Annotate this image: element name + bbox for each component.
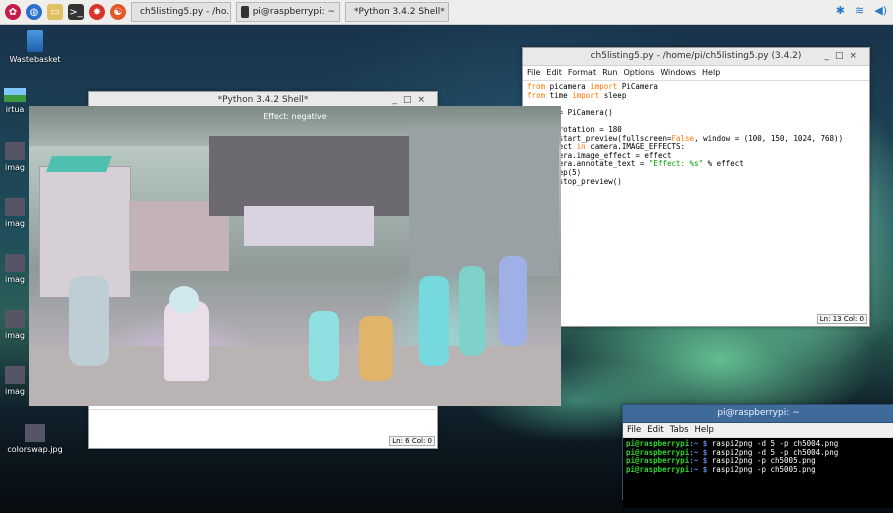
image-file-icon bbox=[4, 88, 26, 102]
desktop-icon-colorswap[interactable]: colorswap.jpg bbox=[0, 424, 70, 454]
preview-figure bbox=[359, 316, 393, 381]
task-terminal-label: pi@raspberrypi: ~ bbox=[252, 7, 335, 17]
preview-figure bbox=[459, 266, 485, 356]
code-line: camera = PiCamera() bbox=[527, 108, 865, 118]
task-editor-label: ch5listing5.py - /ho... bbox=[140, 7, 231, 17]
preview-upper-floor bbox=[209, 136, 419, 216]
image-file-icon bbox=[5, 142, 25, 160]
image-file-icon bbox=[5, 310, 25, 328]
camera-preview: Effect: negative bbox=[29, 106, 561, 406]
web-browser-icon[interactable]: ◍ bbox=[26, 4, 42, 20]
code-token: "Effect: %s" bbox=[648, 159, 704, 169]
terminal-title: pi@raspberrypi: ~ bbox=[717, 408, 800, 418]
preview-figure bbox=[69, 276, 109, 366]
preview-figure bbox=[309, 311, 339, 381]
terminal-user: pi@raspberrypi bbox=[626, 464, 690, 474]
wifi-icon[interactable]: ≋ bbox=[855, 4, 864, 17]
desktop-icon-image[interactable]: imag bbox=[0, 366, 30, 396]
desktop-icon-image[interactable]: imag bbox=[0, 254, 30, 284]
desktop-icon-label: imag bbox=[5, 219, 25, 228]
desktop-icon-image[interactable]: imag bbox=[0, 310, 30, 340]
raspberry-menu-icon[interactable]: ✿ bbox=[5, 4, 21, 20]
desktop-icon-image[interactable]: imag bbox=[0, 142, 30, 172]
terminal-menu-help[interactable]: Help bbox=[695, 425, 714, 435]
desktop-icon-label: Wastebasket bbox=[9, 55, 61, 64]
editor-status: Ln: 13 Col: 0 bbox=[816, 314, 867, 324]
shell-output-area[interactable] bbox=[89, 409, 437, 432]
wolfram-icon[interactable]: ☯ bbox=[110, 4, 126, 20]
editor-window: ch5listing5.py - /home/pi/ch5listing5.py… bbox=[522, 47, 870, 327]
editor-menu-edit[interactable]: Edit bbox=[546, 68, 562, 77]
preview-building-right bbox=[409, 126, 559, 276]
editor-menu-options[interactable]: Options bbox=[623, 68, 654, 77]
image-file-icon bbox=[5, 198, 25, 216]
desktop-icon-image[interactable]: irtua bbox=[0, 88, 30, 114]
file-manager-icon[interactable]: ▭ bbox=[47, 4, 63, 20]
trash-icon bbox=[27, 30, 43, 52]
code-line: from time import sleep bbox=[527, 90, 865, 101]
terminal-titlebar[interactable]: pi@raspberrypi: ~ bbox=[623, 405, 893, 423]
desktop-icon-label: imag bbox=[5, 387, 25, 396]
preview-balcony bbox=[244, 206, 374, 246]
desktop-icon-label: irtua bbox=[5, 105, 25, 114]
shell-title: *Python 3.4.2 Shell* bbox=[217, 95, 309, 105]
terminal-line: pi@raspberrypi:~ $ raspi2png -p ch5005.p… bbox=[626, 464, 891, 475]
terminal-icon bbox=[241, 6, 249, 18]
bluetooth-icon[interactable]: ✱ bbox=[836, 4, 845, 17]
desktop-icon-label: imag bbox=[5, 163, 25, 172]
terminal-path: :~ $ bbox=[689, 464, 708, 474]
terminal-window: pi@raspberrypi: ~ File Edit Tabs Help pi@ra… bbox=[622, 404, 893, 508]
code-token: % effect bbox=[703, 159, 744, 169]
task-shell-label: *Python 3.4.2 Shell* bbox=[354, 7, 445, 17]
terminal-cmd: raspi2png -p ch5005.png bbox=[707, 464, 816, 474]
image-file-icon bbox=[25, 424, 45, 442]
editor-menubar: File Edit Format Run Options Windows Help bbox=[523, 66, 869, 81]
code-token: import bbox=[572, 90, 600, 100]
mathematica-icon[interactable]: ✸ bbox=[89, 4, 105, 20]
preview-figure-head bbox=[169, 286, 199, 314]
window-controls[interactable]: _□× bbox=[824, 48, 863, 65]
terminal-menu-tabs[interactable]: Tabs bbox=[670, 425, 689, 435]
taskbar: ✿ ◍ ▭ >_ ✸ ☯ ch5listing5.py - /ho... pi@… bbox=[0, 0, 893, 25]
editor-menu-file[interactable]: File bbox=[527, 68, 540, 77]
editor-menu-windows[interactable]: Windows bbox=[660, 68, 696, 77]
preview-figure bbox=[499, 256, 527, 346]
task-editor[interactable]: ch5listing5.py - /ho... bbox=[131, 2, 231, 22]
preview-roof bbox=[46, 156, 112, 172]
desktop-icon-image[interactable]: imag bbox=[0, 198, 30, 228]
terminal-menu-file[interactable]: File bbox=[627, 425, 641, 435]
desktop-icon-wastebasket[interactable]: Wastebasket bbox=[0, 30, 70, 64]
system-tray: ✱ ≋ ◀) bbox=[836, 4, 887, 17]
desktop-icon-label: imag bbox=[5, 275, 25, 284]
task-shell[interactable]: *Python 3.4.2 Shell* bbox=[345, 2, 449, 22]
volume-icon[interactable]: ◀) bbox=[874, 4, 887, 17]
code-token: , window = (100, 150, 1024, 768)) bbox=[694, 133, 844, 143]
terminal-launcher-icon[interactable]: >_ bbox=[68, 4, 84, 20]
effect-annotation: Effect: negative bbox=[263, 112, 327, 121]
code-line: camera.stop_preview() bbox=[527, 177, 865, 187]
image-file-icon bbox=[5, 366, 25, 384]
terminal-output[interactable]: pi@raspberrypi:~ $ raspi2png -d 5 -p ch5… bbox=[623, 438, 893, 508]
desktop-icon-label: colorswap.jpg bbox=[7, 445, 63, 454]
code-editor[interactable]: from picamera import PiCamera from time i… bbox=[523, 81, 869, 188]
code-token: sleep bbox=[599, 90, 627, 100]
desktop-icon-label: imag bbox=[5, 331, 25, 340]
editor-titlebar[interactable]: ch5listing5.py - /home/pi/ch5listing5.py… bbox=[523, 48, 869, 66]
terminal-menu-edit[interactable]: Edit bbox=[647, 425, 663, 435]
editor-menu-format[interactable]: Format bbox=[568, 68, 596, 77]
shell-status: Ln: 6 Col: 0 bbox=[389, 436, 435, 446]
preview-figure bbox=[419, 276, 449, 366]
editor-menu-help[interactable]: Help bbox=[702, 68, 720, 77]
code-token: time bbox=[545, 90, 573, 100]
terminal-menubar: File Edit Tabs Help bbox=[623, 423, 893, 438]
image-file-icon bbox=[5, 254, 25, 272]
editor-menu-run[interactable]: Run bbox=[602, 68, 617, 77]
task-terminal[interactable]: pi@raspberrypi: ~ bbox=[236, 2, 340, 22]
editor-title: ch5listing5.py - /home/pi/ch5listing5.py… bbox=[590, 51, 802, 61]
